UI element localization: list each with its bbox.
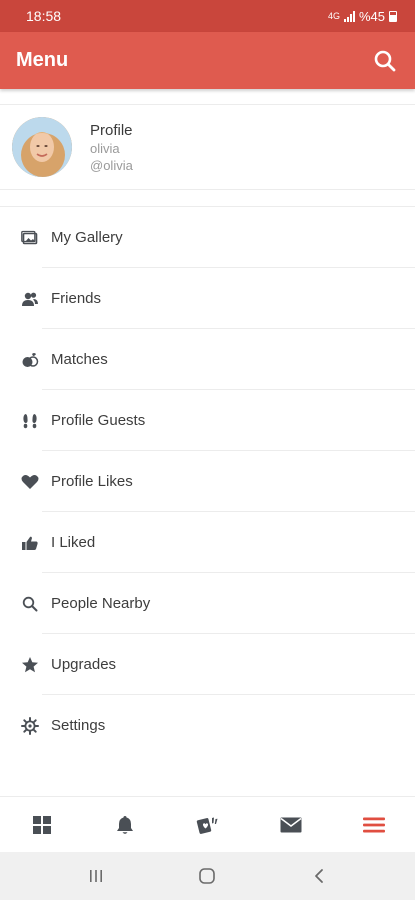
- menu-item-label: Upgrades: [51, 656, 117, 673]
- network-icon: 4G: [327, 11, 340, 21]
- star-icon: [21, 656, 39, 674]
- menu-item-profile-guests[interactable]: Profile Guests: [0, 390, 415, 451]
- menu-item-upgrades[interactable]: Upgrades: [0, 634, 415, 695]
- cards-icon: [196, 817, 217, 834]
- status-icons: 4G %45: [328, 9, 397, 24]
- nav-item-menu[interactable]: [349, 800, 399, 850]
- profile-handle: @olivia: [90, 157, 133, 173]
- menu-item-label: Profile Guests: [51, 412, 146, 429]
- footprints-icon: [21, 412, 39, 430]
- menu-item-label: Profile Likes: [51, 473, 133, 490]
- profile-title: Profile: [90, 121, 133, 139]
- menu-item-matches[interactable]: Matches: [0, 329, 415, 390]
- search-icon: [21, 595, 39, 613]
- app-bar: Menu: [0, 32, 415, 89]
- back-icon: [315, 869, 324, 883]
- back-button[interactable]: [299, 856, 339, 896]
- nav-item-messages[interactable]: [266, 800, 316, 850]
- bell-icon: [116, 815, 133, 834]
- profile-text: Profile olivia @olivia: [90, 122, 133, 173]
- home-icon: [199, 868, 216, 884]
- status-bar: 18:58 4G %45: [0, 0, 415, 32]
- home-button[interactable]: [187, 856, 227, 896]
- thumbs-up-icon: [21, 534, 39, 552]
- signal-icon: [343, 10, 355, 22]
- menu-list: My Gallery Friends Matches Profile Guest…: [0, 206, 415, 756]
- menu-item-label: I Liked: [51, 534, 96, 551]
- gallery-icon: [21, 229, 39, 247]
- menu-item-i-liked[interactable]: I Liked: [0, 512, 415, 573]
- page-title: Menu: [16, 49, 69, 71]
- nav-item-notifications[interactable]: [100, 800, 150, 850]
- menu-item-label: Settings: [51, 717, 106, 734]
- grid-icon: [32, 815, 51, 834]
- system-nav-bar: [0, 852, 415, 900]
- matches-icon: [21, 351, 39, 369]
- status-time: 18:58: [26, 8, 62, 24]
- menu-item-my-gallery[interactable]: My Gallery: [0, 207, 415, 268]
- recent-apps-icon: [89, 870, 102, 882]
- search-icon: [374, 50, 396, 71]
- profile-name: olivia: [90, 140, 120, 156]
- menu-item-label: People Nearby: [51, 595, 151, 612]
- menu-item-label: My Gallery: [51, 229, 123, 246]
- menu-item-friends[interactable]: Friends: [0, 268, 415, 329]
- bottom-nav: [0, 796, 415, 852]
- nav-item-encounters[interactable]: [183, 800, 233, 850]
- avatar: [12, 117, 72, 177]
- menu-item-profile-likes[interactable]: Profile Likes: [0, 451, 415, 512]
- menu-item-label: Matches: [51, 351, 108, 368]
- menu-item-people-nearby[interactable]: People Nearby: [0, 573, 415, 634]
- hamburger-menu-icon: [362, 817, 385, 832]
- nav-item-dashboard[interactable]: [17, 800, 67, 850]
- menu-item-settings[interactable]: Settings: [0, 695, 415, 756]
- recent-apps-button[interactable]: [76, 856, 116, 896]
- gear-icon: [21, 716, 39, 735]
- friends-icon: [21, 290, 39, 308]
- heart-icon: [21, 473, 39, 491]
- battery-icon: [389, 10, 397, 22]
- profile-card[interactable]: Profile olivia @olivia: [0, 104, 415, 190]
- mail-icon: [280, 817, 301, 832]
- menu-item-label: Friends: [51, 290, 102, 307]
- battery-percent: %45: [358, 8, 385, 24]
- search-button[interactable]: [371, 47, 399, 75]
